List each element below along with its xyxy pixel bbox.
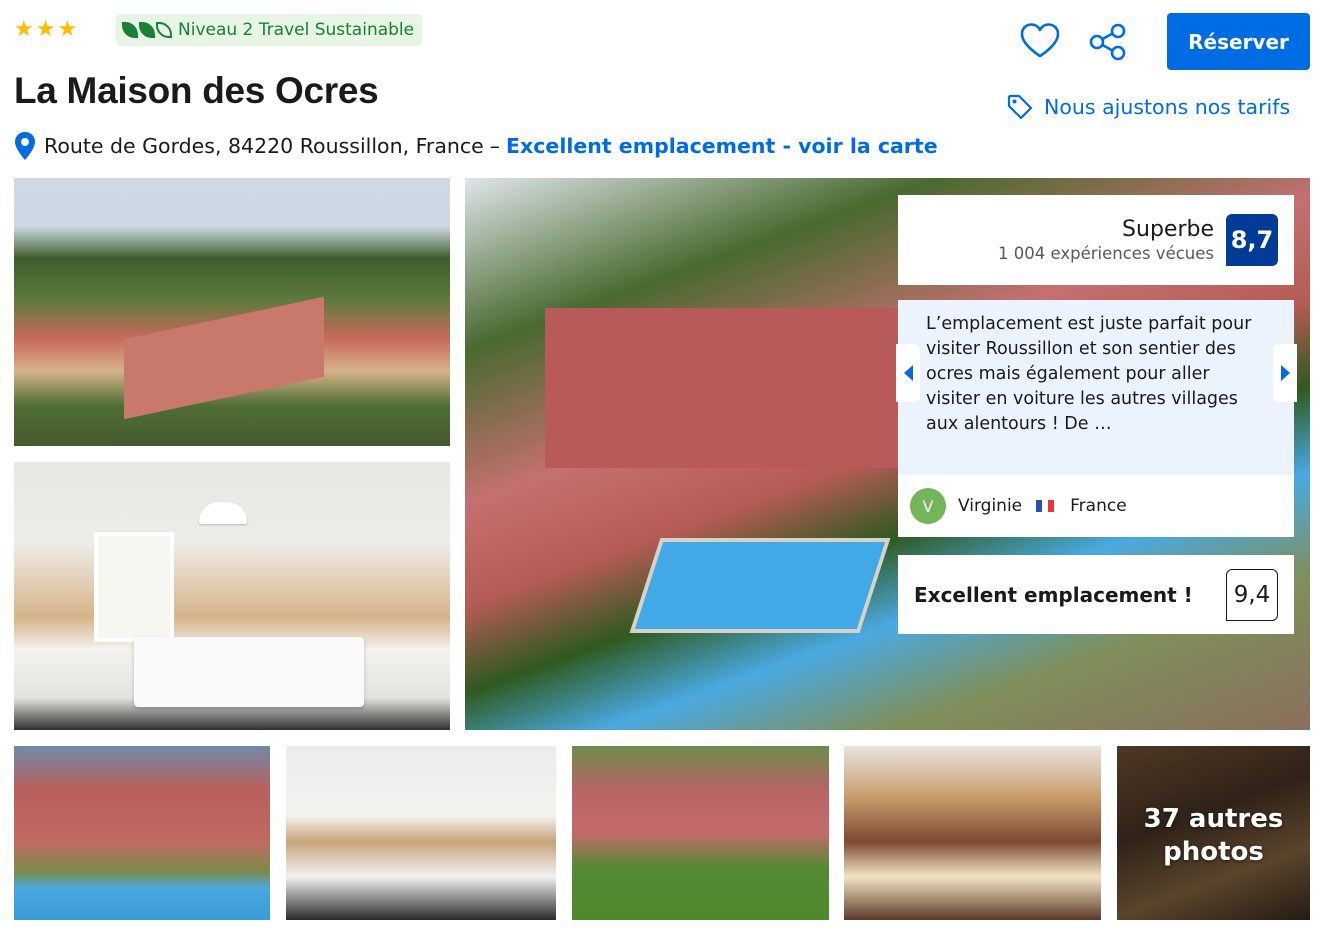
location-score-card[interactable]: Excellent emplacement ! 9,4 [898,555,1294,634]
review-author: V Virginie France [898,475,1294,537]
ceiling-lamp [199,502,247,524]
share-icon[interactable] [1087,22,1129,62]
map-pin-icon [15,132,35,160]
thumbnail-garden[interactable] [572,746,829,920]
thumbnail-hotel-facade[interactable] [14,746,270,920]
chevron-left-icon [903,365,913,381]
leaf-icon [156,22,172,38]
more-photos-label: photos [1163,837,1264,867]
leaf-icons [122,22,172,38]
hotel-building [545,308,905,468]
hotel-title: La Maison des Ocres [14,70,379,111]
address-row: Route de Gordes, 84220 Roussillon, Franc… [14,131,938,161]
photo-bedroom[interactable] [14,462,450,730]
more-photos-count: 37 autres [1143,804,1284,834]
star-icon: ★ [35,17,56,42]
rating-text: Superbe 1 004 expériences vécues [998,217,1214,263]
author-name: Virginie [958,496,1023,516]
bed [134,637,364,707]
heart-icon[interactable] [1019,22,1061,60]
bedroom-window [94,532,174,642]
review-quote: L’emplacement est juste parfait pour vis… [898,300,1294,475]
leaf-icon [139,22,155,38]
france-flag-icon [1036,500,1055,512]
swimming-pool [629,538,891,633]
review-prev-button[interactable] [896,344,920,402]
review-next-button[interactable] [1273,344,1297,402]
price-match-label: Nous ajustons nos tarifs [1044,95,1291,119]
avatar: V [910,488,946,524]
chevron-right-icon [1280,365,1290,381]
address-separator: – [489,134,501,158]
location-score: 9,4 [1226,568,1278,621]
price-tag-icon [1007,94,1033,120]
star-icon: ★ [57,17,78,42]
location-label: Excellent emplacement ! [914,582,1193,607]
more-photos-overlay: 37 autres photos [1117,746,1310,920]
star-icon: ★ [14,17,34,42]
price-match-link[interactable]: Nous ajustons nos tarifs [1006,93,1290,121]
review-count: 1 004 expériences vécues [998,244,1214,263]
rating-card[interactable]: Superbe 1 004 expériences vécues 8,7 [898,195,1294,285]
sustainability-badge[interactable]: Niveau 2 Travel Sustainable [116,14,423,46]
more-photos-button[interactable]: 37 autres photos [1117,746,1310,920]
address-text: Route de Gordes, 84220 Roussillon, Franc… [44,134,484,158]
sustainability-label: Niveau 2 Travel Sustainable [178,20,415,40]
village-houses [124,296,324,420]
thumbnail-room[interactable] [286,746,556,920]
rating-label: Superbe [1122,217,1214,242]
photo-aerial-village[interactable] [14,178,450,446]
review-card[interactable]: L’emplacement est juste parfait pour vis… [898,300,1294,537]
leaf-icon [122,22,138,38]
score-badge: 8,7 [1226,214,1278,266]
author-country: France [1070,496,1127,516]
map-link[interactable]: Excellent emplacement - voir la carte [506,134,938,158]
thumbnail-lounge[interactable] [844,746,1101,920]
reserve-button[interactable]: Réserver [1167,13,1310,70]
star-rating: ★ ★ ★ [14,19,77,41]
